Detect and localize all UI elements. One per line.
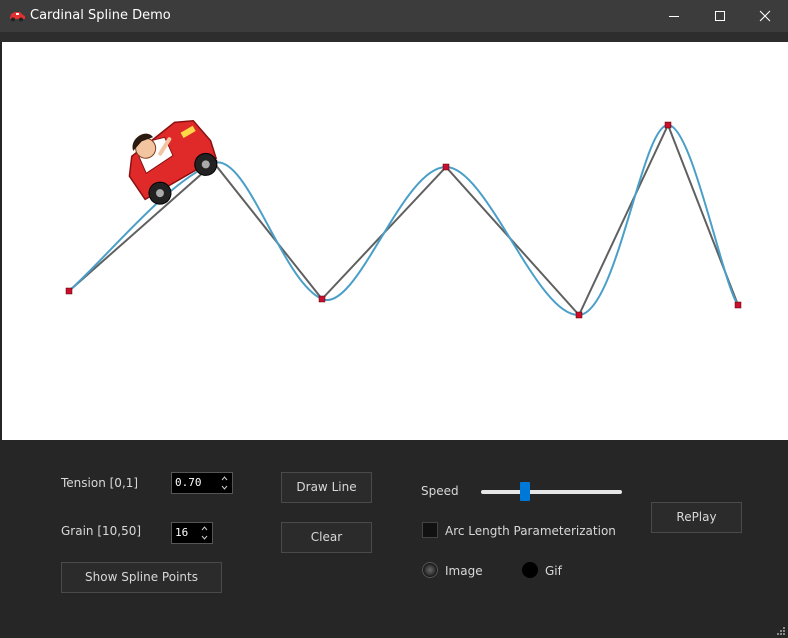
close-button[interactable] <box>742 0 788 32</box>
draw-line-label: Draw Line <box>296 480 357 494</box>
maximize-button[interactable] <box>697 0 743 32</box>
image-radio[interactable] <box>422 562 438 578</box>
maximize-icon <box>715 11 725 21</box>
grain-value: 16 <box>175 526 189 539</box>
close-icon <box>759 10 771 22</box>
gif-radio-label: Gif <box>545 564 562 578</box>
control-point[interactable] <box>664 121 672 129</box>
tension-label: Tension [0,1] <box>61 476 139 490</box>
draw-line-button[interactable]: Draw Line <box>281 472 372 503</box>
arc-length-checkbox[interactable] <box>422 522 438 538</box>
car-app-icon <box>10 12 25 22</box>
control-point[interactable] <box>575 311 583 319</box>
spline-drawing <box>65 119 742 319</box>
show-spline-points-button[interactable]: Show Spline Points <box>61 562 222 593</box>
tension-spinbox[interactable]: 0.70 <box>171 472 233 494</box>
control-point[interactable] <box>442 163 450 171</box>
title-bar: Cardinal Spline Demo <box>0 0 788 32</box>
speed-slider-track[interactable] <box>481 490 622 494</box>
toolbar-strip <box>0 32 788 42</box>
spline-canvas[interactable] <box>2 42 788 440</box>
tension-value: 0.70 <box>175 476 202 489</box>
speed-label: Speed <box>421 484 459 498</box>
clear-label: Clear <box>310 530 343 544</box>
minimize-button[interactable] <box>651 0 697 32</box>
show-spline-points-label: Show Spline Points <box>85 570 198 584</box>
control-panel <box>0 440 788 638</box>
grain-label: Grain [10,50] <box>61 524 142 538</box>
window-title: Cardinal Spline Demo <box>30 8 171 23</box>
resize-grip-icon[interactable] <box>776 626 786 636</box>
gif-radio[interactable] <box>522 562 538 578</box>
replay-button[interactable]: RePlay <box>651 502 742 533</box>
speed-slider-thumb[interactable] <box>520 482 530 501</box>
replay-label: RePlay <box>676 510 717 524</box>
arc-length-label: Arc Length Parameterization <box>445 524 616 538</box>
control-point[interactable] <box>734 301 742 309</box>
spin-arrows-icon[interactable] <box>220 474 229 492</box>
cartoon-car-with-driver-icon <box>128 119 218 205</box>
minimize-icon <box>669 16 679 17</box>
grain-spinbox[interactable]: 16 <box>171 522 213 544</box>
control-point[interactable] <box>65 287 73 295</box>
clear-button[interactable]: Clear <box>281 522 372 553</box>
spin-arrows-icon[interactable] <box>200 524 209 542</box>
image-radio-label: Image <box>445 564 483 578</box>
control-point[interactable] <box>318 295 326 303</box>
